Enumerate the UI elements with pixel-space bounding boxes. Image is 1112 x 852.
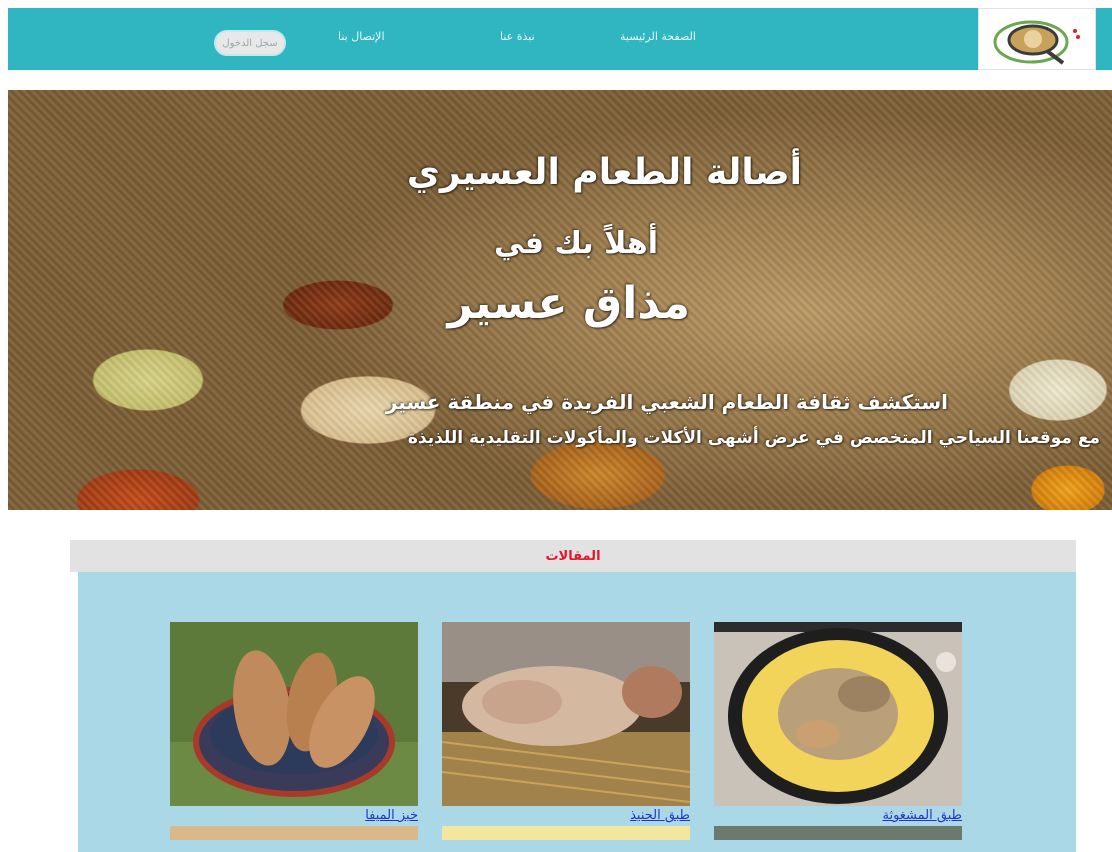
login-button[interactable]: سجل الدخول: [214, 30, 286, 56]
nav-link-home[interactable]: الصفحة الرئيسية: [620, 30, 696, 43]
article-link[interactable]: طبق المشغوثة: [714, 806, 962, 826]
hero-welcome: أهلاً بك في: [494, 226, 658, 261]
article-image-bread[interactable]: [170, 622, 418, 806]
article-image-partial: [170, 826, 418, 840]
nav-link-about[interactable]: نبذة عنا: [500, 30, 535, 43]
article-image-partial: [714, 826, 962, 840]
hero-subtitle-1: استكشف ثقافة الطعام الشعبي الفريدة في من…: [385, 390, 948, 414]
article-image-haneeth[interactable]: [442, 622, 690, 806]
articles-section: خبز الميفا طبق الحنيذ طبق المشغوثة: [78, 572, 1076, 852]
article-card[interactable]: طبق المشغوثة: [714, 622, 962, 840]
hero-banner: أصالة الطعام العسيري أهلاً بك في مذاق عس…: [8, 90, 1112, 510]
articles-header: المقالات: [70, 540, 1076, 572]
hero-brand: مذاق عسير: [447, 278, 690, 329]
nav-link-contact[interactable]: الإتصال بنا: [338, 30, 385, 43]
hero-title: أصالة الطعام العسيري: [406, 152, 802, 193]
article-card[interactable]: خبز الميفا: [170, 622, 418, 840]
article-card[interactable]: طبق الحنيذ: [442, 622, 690, 840]
hero-subtitle-2: مع موقعنا السياحي المتخصص في عرض أشهى ال…: [407, 428, 1100, 448]
article-image-mashghoutha[interactable]: [714, 622, 962, 806]
logo-icon: [993, 20, 1080, 65]
top-nav-bar: سجل الدخول الإتصال بنا نبذة عنا الصفحة ا…: [8, 8, 1112, 70]
site-logo[interactable]: [978, 8, 1096, 70]
article-link[interactable]: خبز الميفا: [170, 806, 418, 826]
article-image-partial: [442, 826, 690, 840]
article-link[interactable]: طبق الحنيذ: [442, 806, 690, 826]
